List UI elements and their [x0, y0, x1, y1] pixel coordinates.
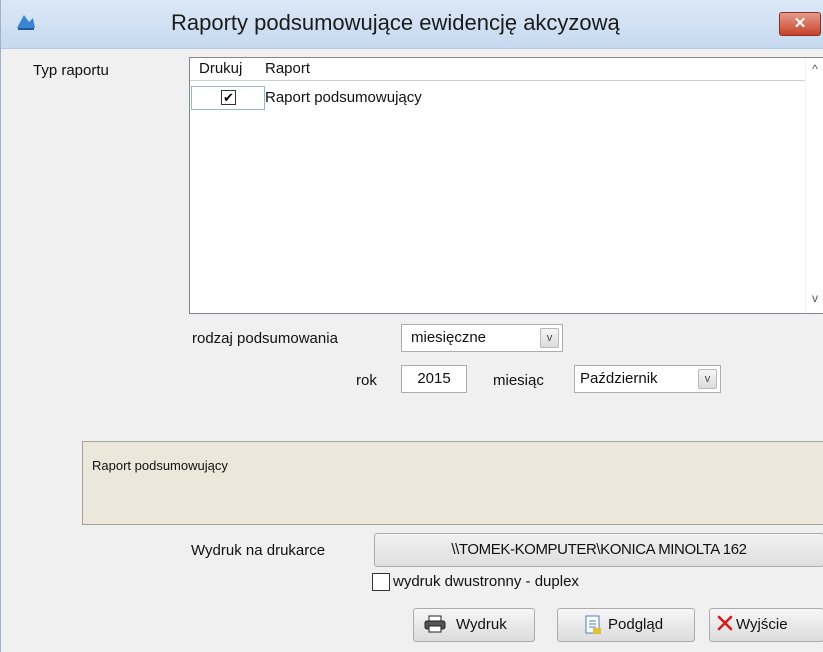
report-description-box: Raport podsumowujący — [82, 441, 823, 525]
red-x-icon — [716, 614, 734, 637]
duplex-checkbox[interactable] — [372, 573, 390, 591]
list-scrollbar[interactable]: ^ v — [805, 58, 823, 313]
column-header-print[interactable]: Drukuj — [199, 60, 242, 77]
chevron-down-icon[interactable]: v — [698, 369, 717, 389]
printer-icon — [424, 615, 446, 638]
report-list-header: Drukuj Raport — [190, 58, 805, 81]
summary-type-select[interactable]: miesięczne v — [401, 324, 563, 352]
summary-type-label: rodzaj podsumowania — [192, 330, 338, 347]
chevron-down-icon[interactable]: v — [540, 328, 559, 348]
preview-button[interactable]: Podgląd — [557, 608, 695, 642]
preview-button-label: Podgląd — [608, 616, 664, 633]
report-description-text: Raport podsumowujący — [92, 458, 228, 473]
duplex-label[interactable]: wydruk dwustronny - duplex — [393, 573, 579, 590]
column-header-report[interactable]: Raport — [265, 60, 310, 77]
printer-label: Wydruk na drukarce — [191, 542, 326, 559]
table-row-print-cell[interactable]: ✔ — [191, 86, 265, 110]
app-logo-icon — [15, 12, 37, 34]
report-type-label: Typ raportu — [33, 62, 109, 79]
printer-select-button[interactable]: \\TOMEK-KOMPUTER\KONICA MINOLTA 162 — [374, 533, 823, 567]
print-button[interactable]: Wydruk — [413, 608, 535, 642]
exit-button-label: Wyjście — [736, 616, 788, 633]
exit-button[interactable]: Wyjście — [709, 608, 823, 642]
month-value: Październik — [580, 370, 658, 387]
close-icon: ✕ — [793, 15, 807, 32]
year-label: rok — [356, 372, 377, 389]
window-title: Raporty podsumowujące ewidencję akcyzową — [171, 10, 620, 35]
month-label: miesiąc — [493, 372, 544, 389]
checkmark-icon: ✔ — [223, 90, 234, 105]
summary-type-value: miesięczne — [411, 329, 487, 346]
scroll-down-icon[interactable]: v — [809, 291, 821, 305]
scroll-up-icon[interactable]: ^ — [809, 62, 821, 76]
close-button[interactable]: ✕ — [779, 12, 821, 36]
preview-document-icon — [584, 615, 602, 640]
year-input[interactable]: 2015 — [401, 365, 467, 393]
report-list[interactable]: Drukuj Raport ✔ Raport podsumowujący ^ v — [189, 57, 823, 314]
dialog-window: Raporty podsumowujące ewidencję akcyzową… — [0, 0, 823, 652]
title-bar[interactable]: Raporty podsumowujące ewidencję akcyzową… — [1, 0, 823, 49]
print-checkbox[interactable]: ✔ — [221, 90, 236, 105]
month-select[interactable]: Październik v — [574, 365, 721, 393]
print-button-label: Wydruk — [456, 616, 507, 633]
table-row-report-name[interactable]: Raport podsumowujący — [265, 89, 422, 106]
